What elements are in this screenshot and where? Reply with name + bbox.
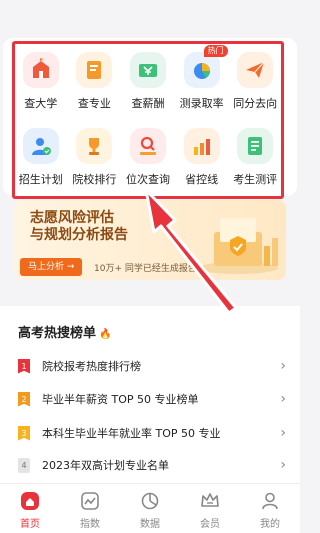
tab-label: 数据 xyxy=(140,519,160,530)
data-icon xyxy=(141,492,159,510)
hot-list-text: 本科生毕业半年就业率 TOP 50 专业 xyxy=(42,427,221,440)
crown-icon xyxy=(201,493,219,507)
report-illustration-icon xyxy=(198,218,278,274)
hot-search-title-text: 高考热搜榜单 xyxy=(18,326,97,341)
hot-list-item[interactable]: 2 毕业半年薪资 TOP 50 专业榜单 › xyxy=(18,386,286,412)
top-strip xyxy=(0,0,300,26)
rank-badge: 2 xyxy=(18,391,30,407)
chevron-right-icon: › xyxy=(280,391,286,407)
hot-search-title: 高考热搜榜单 🔥 xyxy=(18,322,111,341)
tab-member[interactable]: 会员 xyxy=(180,484,240,533)
rank-badge: 4 xyxy=(18,457,30,473)
banner-title-line2: 与规划分析报告 xyxy=(30,227,128,243)
chevron-right-icon: › xyxy=(280,457,286,473)
chevron-right-icon: › xyxy=(280,358,286,374)
banner-title-line1: 志愿风险评估 xyxy=(30,210,114,226)
tab-label: 首页 xyxy=(20,519,40,530)
banner-title: 志愿风险评估 与规划分析报告 xyxy=(30,210,128,244)
tab-index[interactable]: 指数 xyxy=(60,484,120,533)
profile-icon xyxy=(262,492,278,510)
tab-mine[interactable]: 我的 xyxy=(240,484,300,533)
tab-home[interactable]: 首页 xyxy=(0,484,60,533)
tab-label: 会员 xyxy=(200,519,220,530)
chevron-right-icon: › xyxy=(280,425,286,441)
annotation-highlight-box xyxy=(12,41,284,199)
tab-data[interactable]: 数据 xyxy=(120,484,180,533)
hot-search-section: 高考热搜榜单 🔥 1 院校报考热度排行榜 › 2 毕业半年薪资 TOP 50 专业… xyxy=(0,306,300,483)
index-icon xyxy=(81,492,99,510)
rank-badge: 3 xyxy=(18,425,30,441)
hot-list-text: 毕业半年薪资 TOP 50 专业榜单 xyxy=(42,393,199,406)
tab-label: 我的 xyxy=(260,519,280,530)
tab-label: 指数 xyxy=(80,519,100,530)
hot-list-text: 2023年双高计划专业名单 xyxy=(42,459,169,472)
bottom-tab-bar: 首页 指数 数据 会员 我的 xyxy=(0,483,300,533)
rank-badge: 1 xyxy=(18,358,30,374)
hot-list-item[interactable]: 3 本科生毕业半年就业率 TOP 50 专业 › xyxy=(18,420,286,446)
hot-list-text: 院校报考热度排行榜 xyxy=(42,360,141,373)
flame-icon: 🔥 xyxy=(99,329,112,340)
hot-list-item[interactable]: 1 院校报考热度排行榜 › xyxy=(18,353,286,379)
report-banner[interactable]: 志愿风险评估 与规划分析报告 马上分析 → 10万+ 同学已经生成报告 xyxy=(14,200,286,280)
home-icon xyxy=(21,492,39,510)
banner-subtitle: 10万+ 同学已经生成报告 xyxy=(94,264,197,274)
analyze-now-button[interactable]: 马上分析 → xyxy=(20,258,83,276)
hot-list-item[interactable]: 4 2023年双高计划专业名单 › xyxy=(18,452,286,478)
